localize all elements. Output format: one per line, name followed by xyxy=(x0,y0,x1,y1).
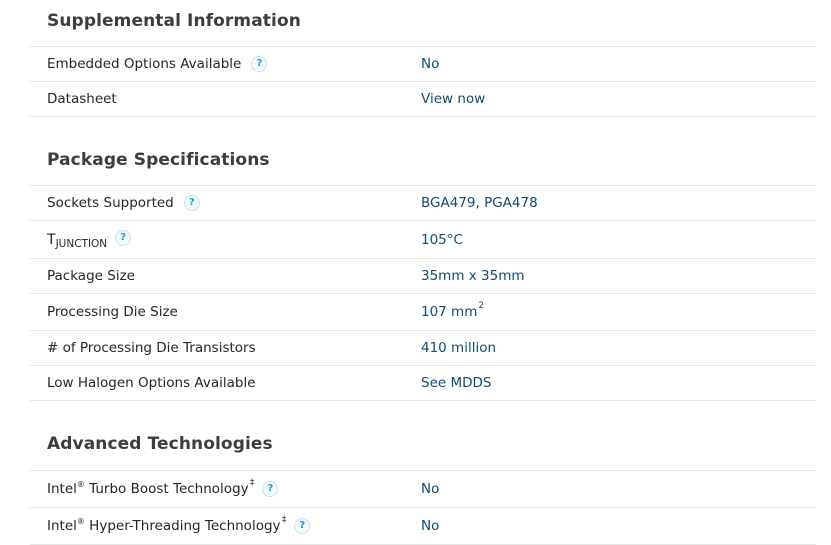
spec-value: No xyxy=(421,518,440,534)
spec-label: Sockets Supported ? xyxy=(47,186,200,220)
dagger-mark: ‡ xyxy=(281,515,287,525)
spec-label: # of Processing Die Transistors xyxy=(47,331,256,365)
spec-list: Embedded Options Available ? No Datashee… xyxy=(30,46,816,117)
spec-value: See MDDS xyxy=(421,375,492,391)
datasheet-link[interactable]: View now xyxy=(421,82,485,116)
spec-label-text: Sockets Supported xyxy=(47,195,174,211)
section-title: Package Specifications xyxy=(47,150,270,170)
spec-value: No xyxy=(421,56,440,72)
spec-label-text: Embedded Options Available xyxy=(47,56,242,72)
spec-value: 107 mm 2 xyxy=(421,294,484,330)
spec-row-tjunction: T JUNCTION ? 105°C xyxy=(30,221,816,259)
spec-value-superscript: 2 xyxy=(478,301,485,311)
spec-label-text: Low Halogen Options Available xyxy=(47,375,256,391)
spec-row-hyper-threading: Intel ® Hyper-Threading Technology ‡ ? No xyxy=(30,508,816,545)
spec-value: BGA479, PGA478 xyxy=(421,195,538,211)
spec-label: T JUNCTION ? xyxy=(47,221,132,258)
spec-label: Intel ® Turbo Boost Technology ‡ ? xyxy=(47,471,279,507)
help-icon[interactable]: ? xyxy=(115,229,132,246)
spec-label: Package Size xyxy=(47,259,135,293)
section-title: Advanced Technologies xyxy=(47,434,273,454)
help-icon[interactable]: ? xyxy=(262,481,279,497)
spec-list: Intel ® Turbo Boost Technology ‡ ? No Int… xyxy=(30,470,816,545)
registered-mark: ® xyxy=(76,479,85,489)
spec-row-package-size: Package Size 35mm x 35mm xyxy=(30,259,816,294)
spec-value: No xyxy=(421,481,440,497)
spec-label: Processing Die Size xyxy=(47,294,178,330)
spec-label-brand: Intel xyxy=(47,481,77,497)
spec-row-low-halogen: Low Halogen Options Available See MDDS xyxy=(30,366,816,401)
spec-row-processing-die-size: Processing Die Size 107 mm 2 xyxy=(30,294,816,331)
spec-label-text: Package Size xyxy=(47,268,135,284)
spec-value-text: 107 mm xyxy=(421,304,478,320)
spec-label: Datasheet xyxy=(47,82,117,116)
spec-label: Low Halogen Options Available xyxy=(47,366,256,400)
spec-row-embedded-options: Embedded Options Available ? No xyxy=(30,47,816,82)
spec-value: 35mm x 35mm xyxy=(421,268,525,284)
spec-label-text: T xyxy=(47,231,56,248)
spec-value: 105°C xyxy=(421,231,463,248)
help-icon[interactable]: ? xyxy=(251,56,268,72)
spec-row-die-transistors: # of Processing Die Transistors 410 mill… xyxy=(30,331,816,366)
spec-row-sockets-supported: Sockets Supported ? BGA479, PGA478 xyxy=(30,186,816,221)
spec-label-text: Datasheet xyxy=(47,91,117,107)
spec-row-datasheet: Datasheet View now xyxy=(30,82,816,117)
spec-value: 410 million xyxy=(421,340,497,356)
spec-label-subscript: JUNCTION xyxy=(55,237,108,250)
spec-label: Intel ® Hyper-Threading Technology ‡ ? xyxy=(47,508,311,544)
help-icon[interactable]: ? xyxy=(183,195,200,211)
section-title: Supplemental Information xyxy=(47,11,301,31)
dagger-mark: ‡ xyxy=(249,478,255,488)
spec-row-turbo-boost: Intel ® Turbo Boost Technology ‡ ? No xyxy=(30,471,816,508)
spec-label-text: Processing Die Size xyxy=(47,304,178,320)
spec-list: Sockets Supported ? BGA479, PGA478 T JUNC… xyxy=(30,185,816,401)
spec-label-text: # of Processing Die Transistors xyxy=(47,340,256,356)
registered-mark: ® xyxy=(76,516,85,526)
spec-label-text: Turbo Boost Technology xyxy=(84,481,253,497)
spec-label: Embedded Options Available ? xyxy=(47,47,268,81)
